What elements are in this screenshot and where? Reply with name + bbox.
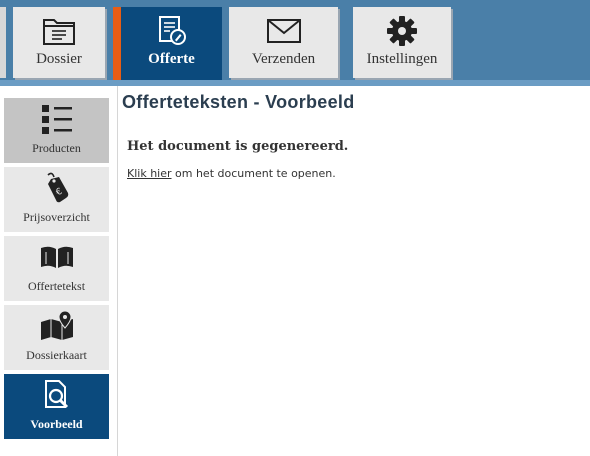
- price-tag-icon: €: [4, 171, 109, 205]
- tab-label: Dossier: [36, 51, 82, 67]
- envelope-icon: [229, 15, 338, 47]
- sidebar-item-label: Producten: [32, 141, 81, 155]
- sidebar-divider: [117, 86, 118, 456]
- top-navigation-bar: Dossier Offerte Verzenden Instellingen: [0, 0, 590, 86]
- tab-label: Offerte: [148, 51, 195, 67]
- sidebar-item-dossierkaart[interactable]: Dossierkaart: [4, 305, 109, 370]
- open-document-line: Klik hier om het document te openen.: [127, 167, 336, 180]
- tab-label: Verzenden: [251, 51, 316, 67]
- folder-icon: [13, 15, 105, 47]
- tab-instellingen[interactable]: Instellingen: [353, 7, 451, 78]
- quote-document-icon: [121, 15, 222, 47]
- sidebar-item-offertetekst[interactable]: Offertetekst: [4, 236, 109, 301]
- sidebar: Producten € Prijsoverzicht Offertetekst: [0, 86, 117, 456]
- gear-icon: [353, 15, 451, 47]
- top-bar-left-stub: [0, 7, 6, 78]
- sidebar-item-producten[interactable]: Producten: [4, 98, 109, 163]
- active-tab-accent: [113, 7, 121, 80]
- sidebar-item-voorbeeld[interactable]: Voorbeeld: [4, 374, 109, 439]
- list-icon: [4, 102, 109, 136]
- sidebar-item-label: Dossierkaart: [26, 348, 87, 362]
- open-document-suffix: om het document te openen.: [171, 167, 336, 180]
- sidebar-item-prijsoverzicht[interactable]: € Prijsoverzicht: [4, 167, 109, 232]
- tab-offerte[interactable]: Offerte: [121, 7, 222, 80]
- document-search-icon: [4, 378, 109, 412]
- tab-verzenden[interactable]: Verzenden: [229, 7, 338, 78]
- open-document-link[interactable]: Klik hier: [127, 167, 172, 180]
- sidebar-item-label: Prijsoverzicht: [23, 210, 90, 224]
- tab-label: Instellingen: [366, 51, 438, 67]
- open-book-icon: [4, 240, 109, 274]
- status-message: Het document is gegenereerd.: [127, 139, 349, 154]
- tab-dossier[interactable]: Dossier: [13, 7, 105, 78]
- sidebar-item-label: Voorbeeld: [30, 417, 83, 431]
- sidebar-item-label: Offertetekst: [27, 279, 86, 293]
- map-pin-icon: [4, 309, 109, 343]
- page-title: Offerteteksten - Voorbeeld: [122, 92, 355, 112]
